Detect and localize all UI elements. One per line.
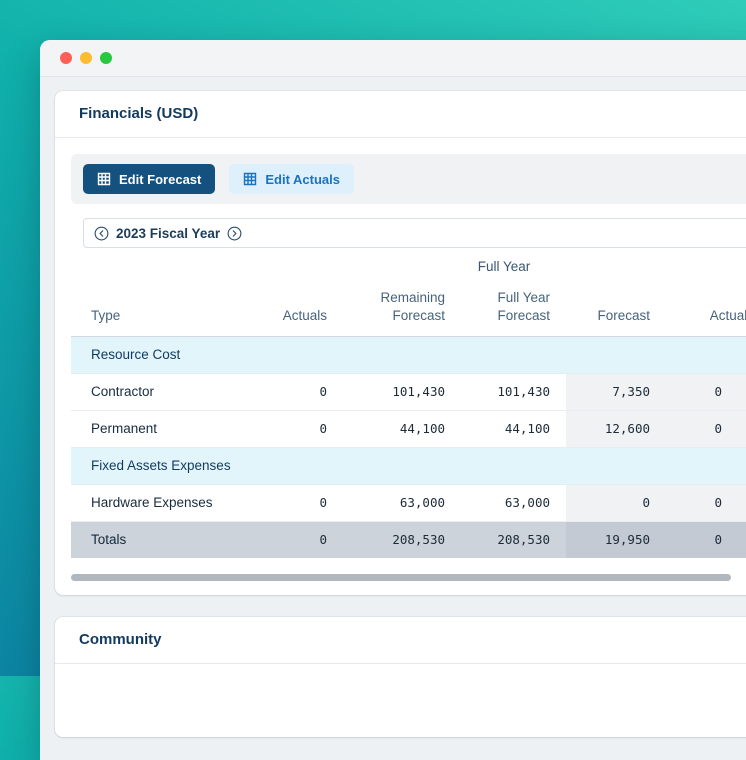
edit-forecast-button[interactable]: Edit Forecast: [83, 164, 216, 194]
row-label: Totals: [71, 520, 255, 558]
cell-forecast: 19,950: [566, 520, 667, 558]
fiscal-year-bar: 2023 Fiscal Year: [83, 218, 746, 248]
cell-remaining-forecast: 101,430: [343, 373, 461, 411]
window-content: Financials (USD) Edit Forecast Edit Actu…: [40, 77, 746, 737]
group-header-full-year: Full Year: [477, 258, 531, 274]
column-header-full-year-forecast: Full Year Forecast: [461, 280, 567, 337]
table-row-contractor: Contractor 0 101,430 101,430 7,350 0: [71, 373, 746, 411]
cell-actuals-month: 0: [666, 373, 746, 411]
financials-card-body: Edit Forecast Edit Actuals 2023 Fiscal Y…: [55, 138, 746, 595]
close-window-button[interactable]: [60, 52, 72, 64]
table-grid-icon: [97, 172, 111, 186]
window-titlebar: [40, 40, 746, 77]
table-group-header-row: Full Year: [71, 252, 746, 280]
section-row-fixed-assets-expenses: Fixed Assets Expenses: [71, 447, 746, 485]
cell-actuals: 0: [255, 410, 343, 448]
column-header-remaining-forecast: Remaining Forecast: [343, 280, 461, 337]
financials-title: Financials (USD): [79, 105, 199, 122]
cell-actuals-month: 0: [666, 484, 746, 522]
section-label: Fixed Assets Expenses: [71, 447, 746, 485]
cell-remaining-forecast: 44,100: [343, 410, 461, 448]
cell-actuals: 0: [255, 484, 343, 522]
column-header-type: Type: [71, 280, 255, 337]
table-row-permanent: Permanent 0 44,100 44,100 12,600 0: [71, 410, 746, 448]
section-row-resource-cost: Resource Cost: [71, 336, 746, 374]
table-header-row: Type Actuals Remaining Forecast Full Yea…: [71, 280, 746, 337]
community-title: Community: [79, 631, 162, 648]
edit-actuals-label: Edit Actuals: [265, 171, 341, 187]
cell-forecast: 0: [566, 484, 667, 522]
cell-full-year-forecast: 101,430: [461, 373, 567, 411]
table-grid-icon: [243, 172, 257, 186]
app-window: Financials (USD) Edit Forecast Edit Actu…: [40, 40, 746, 760]
financials-toolbar: Edit Forecast Edit Actuals: [71, 154, 746, 204]
column-header-actuals: Actuals: [255, 280, 343, 337]
group-header-spacer: [566, 252, 746, 280]
row-label: Permanent: [71, 410, 255, 448]
row-label: Hardware Expenses: [71, 484, 255, 522]
financials-card: Financials (USD) Edit Forecast Edit Actu…: [55, 91, 746, 595]
table-row-totals: Totals 0 208,530 208,530 19,950 0: [71, 520, 746, 558]
cell-remaining-forecast: 208,530: [343, 520, 461, 558]
cell-remaining-forecast: 63,000: [343, 484, 461, 522]
cell-full-year-forecast: 208,530: [461, 520, 567, 558]
column-header-actuals-month: Actuals: [666, 280, 746, 337]
cell-forecast: 12,600: [566, 410, 667, 448]
horizontal-scrollbar-thumb[interactable]: [71, 574, 731, 581]
cell-actuals-month: 0: [666, 520, 746, 558]
cell-full-year-forecast: 44,100: [461, 410, 567, 448]
cell-actuals: 0: [255, 520, 343, 558]
row-label: Contractor: [71, 373, 255, 411]
chevron-left-circle-icon: [94, 226, 109, 241]
next-fiscal-year-button[interactable]: [227, 226, 242, 241]
cell-actuals-month: 0: [666, 410, 746, 448]
section-label: Resource Cost: [71, 336, 746, 374]
zoom-window-button[interactable]: [100, 52, 112, 64]
edit-actuals-button[interactable]: Edit Actuals: [229, 164, 355, 194]
group-header-spacer: [71, 252, 343, 280]
cell-full-year-forecast: 63,000: [461, 484, 567, 522]
financials-card-header: Financials (USD): [55, 91, 746, 138]
chevron-right-circle-icon: [227, 226, 242, 241]
fiscal-year-label: 2023 Fiscal Year: [116, 225, 221, 241]
previous-fiscal-year-button[interactable]: [94, 226, 109, 241]
edit-forecast-label: Edit Forecast: [119, 171, 202, 187]
community-card: Community: [55, 617, 746, 737]
financials-table: Full Year Type Actuals Remaining Forecas…: [71, 252, 746, 558]
cell-actuals: 0: [255, 373, 343, 411]
community-card-header: Community: [55, 617, 746, 664]
minimize-window-button[interactable]: [80, 52, 92, 64]
column-header-forecast: Forecast: [566, 280, 667, 337]
table-row-hardware-expenses: Hardware Expenses 0 63,000 63,000 0 0: [71, 484, 746, 522]
cell-forecast: 7,350: [566, 373, 667, 411]
desktop: { "window": { "traffic_lights": ["close"…: [0, 0, 746, 760]
